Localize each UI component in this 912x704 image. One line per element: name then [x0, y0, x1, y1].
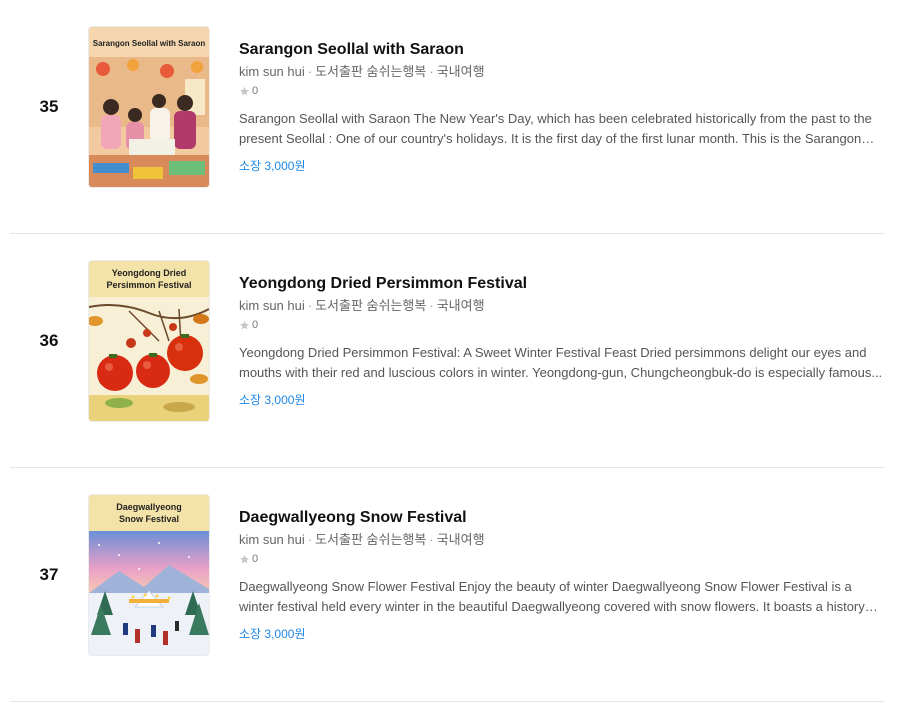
meta-separator: · — [307, 532, 313, 547]
book-info: Sarangon Seollal with Saraon kim sun hui… — [239, 40, 885, 175]
cover-title-line-2: Snow Festival — [118, 514, 180, 524]
publisher-link[interactable]: 도서출판 숨쉬는행복 — [315, 64, 426, 79]
star-icon — [240, 86, 249, 95]
cover-title-line-1: Yeongdong Dried — [111, 268, 187, 278]
author-link[interactable]: kim sun hui — [239, 532, 305, 547]
star-icon — [240, 320, 249, 329]
book-price[interactable]: 소장 3,000원 — [239, 157, 885, 175]
book-info: Yeongdong Dried Persimmon Festival kim s… — [239, 274, 885, 409]
book-meta: kim sun hui · 도서출판 숨쉬는행복 · 국내여행 — [239, 63, 885, 81]
book-description: Sarangon Seollal with Saraon The New Yea… — [239, 111, 872, 146]
book-title[interactable]: Daegwallyeong Snow Festival — [239, 508, 885, 528]
cover-image-seollal — [89, 27, 209, 187]
book-info: Daegwallyeong Snow Festival kim sun hui ·… — [239, 508, 885, 643]
publisher-link[interactable]: 도서출판 숨쉬는행복 — [315, 298, 426, 313]
book-price[interactable]: 소장 3,000원 — [239, 391, 885, 409]
meta-separator: · — [307, 298, 313, 313]
book-cover[interactable]: Daegwallyeong Snow Festival — [89, 495, 209, 655]
book-list: 35 Sarangon Seollal with Saraon Sarangon… — [0, 0, 912, 704]
list-item[interactable]: 37 Daegwallyeong Snow Festival Daegwally… — [10, 468, 885, 702]
book-cover[interactable]: Sarangon Seollal with Saraon — [89, 27, 209, 187]
category-link[interactable]: 국내여행 — [437, 532, 485, 547]
cover-title-text: Daegwallyeong Snow Festival — [89, 501, 209, 525]
rating: 0 — [239, 550, 885, 568]
rating: 0 — [239, 82, 885, 100]
meta-separator: · — [429, 532, 434, 547]
rank-number: 36 — [39, 331, 59, 350]
cover-title-text: Sarangon Seollal with Saraon — [92, 39, 206, 48]
publisher-link[interactable]: 도서출판 숨쉬는행복 — [315, 532, 426, 547]
star-icon — [240, 554, 249, 563]
meta-separator: · — [429, 298, 434, 313]
rank-number: 37 — [39, 565, 59, 584]
book-description: Yeongdong Dried Persimmon Festival: A Sw… — [239, 345, 883, 380]
book-meta: kim sun hui · 도서출판 숨쉬는행복 · 국내여행 — [239, 531, 885, 549]
rank-number: 35 — [39, 97, 59, 116]
rating-count: 0 — [252, 553, 259, 565]
author-link[interactable]: kim sun hui — [239, 298, 305, 313]
book-description: Daegwallyeong Snow Flower Festival Enjoy… — [239, 579, 865, 614]
list-item[interactable]: 36 Yeongdong Dried Persimmon Festival Ye… — [10, 234, 885, 468]
author-link[interactable]: kim sun hui — [239, 64, 305, 79]
rating-count: 0 — [252, 85, 259, 97]
meta-separator: · — [429, 64, 434, 79]
category-link[interactable]: 국내여행 — [437, 64, 485, 79]
cover-title-text: Yeongdong Dried Persimmon Festival — [89, 267, 209, 291]
book-cover[interactable]: Yeongdong Dried Persimmon Festival — [89, 261, 209, 421]
book-title[interactable]: Yeongdong Dried Persimmon Festival — [239, 274, 885, 294]
rating: 0 — [239, 316, 885, 334]
rating-count: 0 — [252, 319, 259, 331]
cover-title-line-1: Daegwallyeong — [116, 502, 182, 512]
meta-separator: · — [307, 64, 313, 79]
list-item[interactable]: 35 Sarangon Seollal with Saraon Sarangon… — [10, 0, 885, 234]
book-meta: kim sun hui · 도서출판 숨쉬는행복 · 국내여행 — [239, 297, 885, 315]
cover-title-line-2: Persimmon Festival — [106, 280, 192, 290]
book-title[interactable]: Sarangon Seollal with Saraon — [239, 40, 885, 60]
book-price[interactable]: 소장 3,000원 — [239, 625, 885, 643]
category-link[interactable]: 국내여행 — [437, 298, 485, 313]
